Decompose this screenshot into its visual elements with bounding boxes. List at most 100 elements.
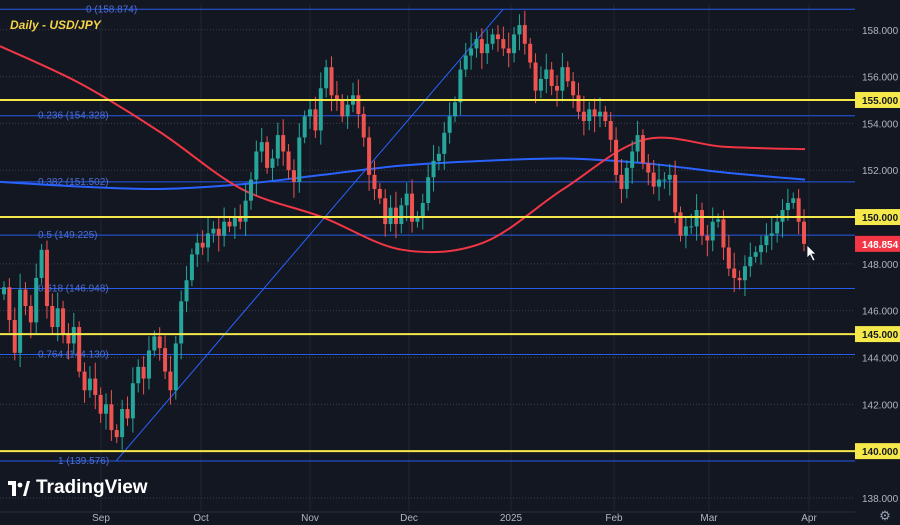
candle-body-97 xyxy=(522,25,527,44)
candle-body-98 xyxy=(528,43,533,63)
candle-body-118 xyxy=(635,135,640,152)
candle-body-91 xyxy=(490,34,495,44)
candle-body-33 xyxy=(179,301,184,344)
candle-body-3 xyxy=(18,289,23,353)
candle-body-122 xyxy=(657,179,662,187)
candle-body-144 xyxy=(775,221,780,234)
fib-label-1: 0.236 (154.328) xyxy=(38,111,109,122)
candle-body-107 xyxy=(576,95,581,112)
time-tick-2: Nov xyxy=(301,513,319,524)
candle-body-4 xyxy=(23,289,28,306)
candle-body-46 xyxy=(248,179,253,201)
candle-body-57 xyxy=(308,109,313,117)
candle-body-89 xyxy=(479,39,484,54)
candle-body-81 xyxy=(436,153,441,161)
candle-body-12 xyxy=(66,334,71,344)
candle-body-123 xyxy=(662,179,667,181)
candle-body-114 xyxy=(614,139,619,175)
candle-body-61 xyxy=(329,67,334,96)
level-label-0: 155.000 xyxy=(862,96,899,107)
candle-body-111 xyxy=(597,111,602,117)
candle-body-60 xyxy=(324,67,329,89)
candle-body-47 xyxy=(254,151,259,180)
candle-body-6 xyxy=(34,277,39,323)
candle-body-19 xyxy=(104,404,109,414)
last-price-label: 148.854 xyxy=(862,240,899,251)
price-tick-3: 144.000 xyxy=(862,353,899,364)
price-tick-8: 154.000 xyxy=(862,119,899,130)
candle-body-29 xyxy=(157,336,162,349)
candle-body-42 xyxy=(227,221,232,227)
candle-body-36 xyxy=(195,242,200,255)
chart-title: Daily - USD/JPY xyxy=(10,18,101,32)
candle-body-2 xyxy=(12,320,17,353)
candle-body-56 xyxy=(302,116,307,138)
candle-body-80 xyxy=(431,160,436,178)
price-tick-2: 142.000 xyxy=(862,400,899,411)
candle-body-30 xyxy=(163,348,168,372)
candle-body-0 xyxy=(2,287,6,295)
time-tick-4: 2025 xyxy=(500,513,523,524)
candle-body-104 xyxy=(560,67,565,91)
candle-body-137 xyxy=(737,277,742,281)
chart-background xyxy=(0,0,900,525)
candle-body-133 xyxy=(716,219,721,222)
candle-body-43 xyxy=(232,217,237,227)
candle-body-10 xyxy=(55,308,60,328)
candle-body-149 xyxy=(802,221,806,244)
candle-body-28 xyxy=(152,336,157,351)
candle-body-86 xyxy=(463,55,468,70)
candle-body-145 xyxy=(780,210,785,222)
candle-body-21 xyxy=(114,430,119,438)
candle-body-35 xyxy=(189,254,194,281)
candle-body-119 xyxy=(640,135,645,164)
candle-body-74 xyxy=(399,205,404,225)
candle-body-41 xyxy=(222,221,227,236)
candle-body-5 xyxy=(28,305,33,323)
time-tick-3: Dec xyxy=(400,513,418,524)
time-tick-0: Sep xyxy=(92,513,110,524)
price-tick-0: 138.000 xyxy=(862,494,899,505)
candle-body-100 xyxy=(538,78,543,91)
level-label-2: 145.000 xyxy=(862,330,899,341)
candle-body-24 xyxy=(130,383,135,419)
candle-body-52 xyxy=(281,135,286,152)
candle-body-85 xyxy=(458,69,463,103)
candle-body-87 xyxy=(469,48,474,56)
candle-body-140 xyxy=(753,252,758,257)
candle-body-110 xyxy=(592,109,597,117)
candle-body-68 xyxy=(367,137,372,175)
candle-body-1 xyxy=(7,287,12,321)
candle-body-64 xyxy=(345,104,350,117)
price-tick-11: 158.000 xyxy=(862,26,899,37)
candle-body-59 xyxy=(318,88,323,131)
candle-body-124 xyxy=(667,174,672,180)
candle-body-50 xyxy=(270,158,275,168)
candle-body-32 xyxy=(173,343,178,391)
gear-icon[interactable]: ⚙ xyxy=(878,509,892,523)
price-tick-10: 156.000 xyxy=(862,73,899,84)
candle-body-69 xyxy=(372,174,377,189)
time-tick-6: Mar xyxy=(700,513,718,524)
candle-body-20 xyxy=(109,404,114,431)
candle-body-106 xyxy=(571,81,576,96)
tradingview-icon xyxy=(8,480,30,496)
candle-body-22 xyxy=(120,408,125,438)
candle-body-128 xyxy=(689,226,694,228)
candle-body-55 xyxy=(297,137,302,182)
candle-body-16 xyxy=(87,378,92,391)
fib-label-6: 1 (139.576) xyxy=(58,456,109,467)
candle-body-92 xyxy=(495,34,500,40)
candle-body-115 xyxy=(619,174,624,189)
candle-body-13 xyxy=(71,327,76,344)
candle-body-67 xyxy=(361,114,366,138)
candle-body-146 xyxy=(785,202,790,211)
candle-body-125 xyxy=(673,174,678,213)
candle-body-120 xyxy=(646,163,651,173)
candle-body-127 xyxy=(683,226,688,236)
fib-label-0: 0 (158.874) xyxy=(86,4,137,15)
candle-body-113 xyxy=(608,121,613,140)
fib-label-3: 0.5 (149.225) xyxy=(38,230,98,241)
candle-body-37 xyxy=(200,242,205,248)
candle-body-129 xyxy=(694,210,699,227)
